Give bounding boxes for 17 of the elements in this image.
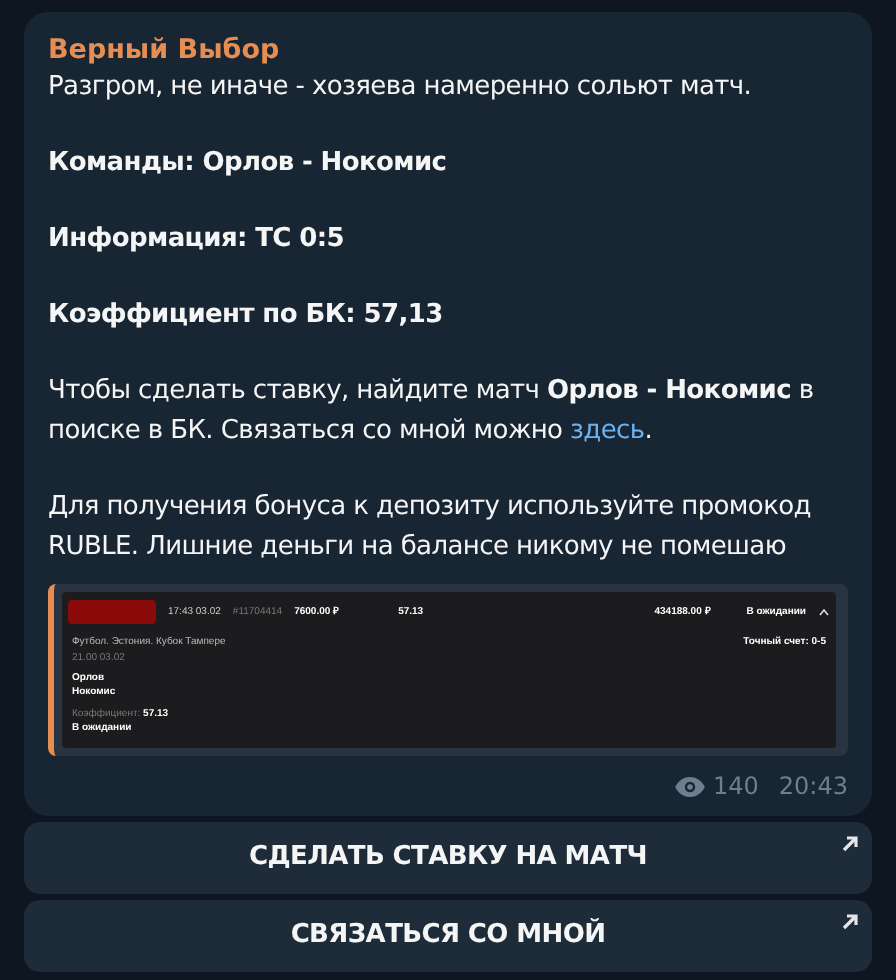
message-text: Чтобы сделать ставку, найдите матч Орлов - Нокомис в поиске в БК. Связаться со мной можно здесь. [48, 374, 816, 450]
message-text: Команды: Орлов - Нокомис [48, 146, 449, 182]
message-text: Разгром, не иначе - хозяева намеренно сольют матч. [48, 70, 754, 106]
message-text: Для получения бонуса к депозиту используйте промокод RUBLE. Лишние деньги на балансе никому не помешаю [48, 490, 813, 566]
arrow-icon [842, 914, 858, 930]
link[interactable]: здесь [570, 416, 645, 446]
author-name: Верный Выбор [48, 32, 282, 68]
chevron-icon [818, 608, 830, 616]
inline-button[interactable]: СДЕЛАТЬ СТАВКУ НА МАТЧ [24, 822, 872, 894]
eye-icon [673, 775, 705, 797]
status-pill [68, 600, 156, 624]
message-text: Коэффициент по БК: 57,13 [48, 298, 445, 334]
arrow-icon [842, 836, 858, 852]
inline-button[interactable]: СВЯЗАТЬСЯ СО МНОЙ [24, 900, 872, 972]
message-time: 20:43 [778, 770, 848, 804]
view-count: 140 [713, 770, 759, 804]
message-text: Информация: ТС 0:5 [48, 222, 347, 258]
